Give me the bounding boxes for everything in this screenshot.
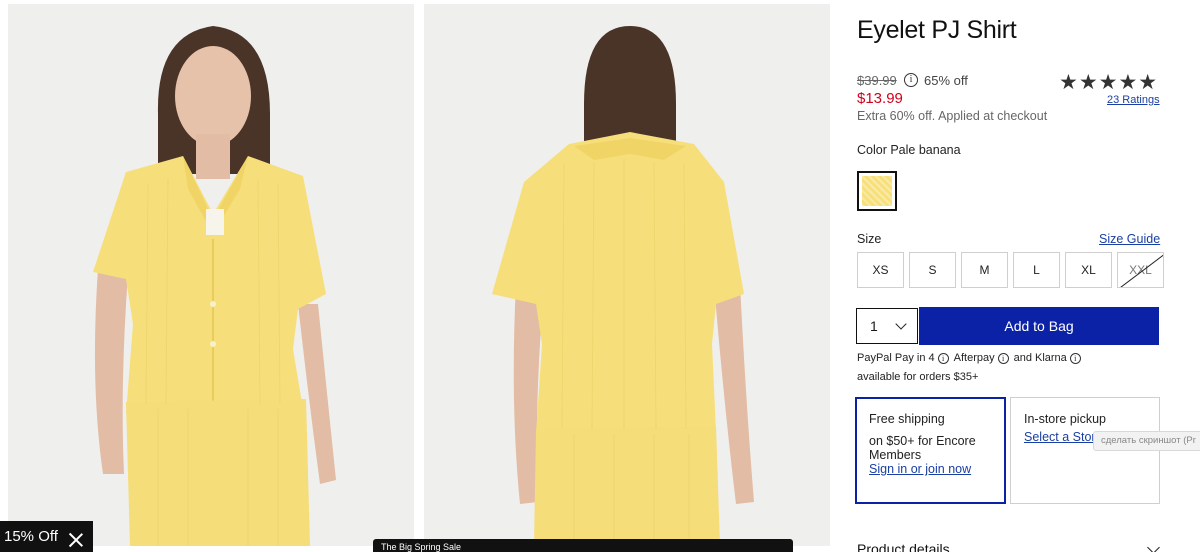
promo-label: 15% Off — [4, 528, 58, 545]
ratings-link[interactable]: 23 Ratings — [1107, 94, 1160, 106]
size-label: Size — [857, 232, 882, 246]
size-option-xs[interactable]: XS — [857, 252, 904, 288]
size-option-m[interactable]: M — [961, 252, 1008, 288]
chevron-down-icon[interactable] — [1147, 541, 1160, 552]
afterpay-info-icon[interactable]: i — [997, 352, 1009, 364]
chevron-down-icon — [895, 318, 907, 330]
rating-stars-icon[interactable]: ★★★★★ — [1059, 70, 1158, 95]
klarna-info-icon[interactable]: i — [1069, 352, 1081, 364]
size-guide-link[interactable]: Size Guide — [1099, 232, 1160, 246]
size-option-s[interactable]: S — [909, 252, 956, 288]
quantity-select[interactable]: 1 — [856, 308, 918, 344]
payment-options: PayPal Pay in 4 i Afterpay i and Klarna … — [857, 352, 1083, 364]
size-options: XS S M L XL XXL — [857, 252, 1164, 288]
shipping-title: Free shipping — [869, 412, 945, 426]
add-to-bag-button[interactable]: Add to Bag — [919, 307, 1159, 345]
price-info-icon[interactable]: i — [904, 73, 918, 87]
payment-availability: available for orders $35+ — [857, 371, 979, 383]
free-shipping-option[interactable]: Free shipping on $50+ for Encore Members… — [855, 397, 1006, 504]
paypal-text: PayPal Pay in 4 — [857, 352, 935, 364]
product-details-toggle[interactable]: Product details — [857, 541, 950, 552]
pickup-title: In-store pickup — [1024, 412, 1106, 426]
screenshot-tooltip: сделать скриншот (Pr — [1093, 431, 1200, 451]
color-label: Color Pale banana — [857, 143, 961, 157]
close-icon[interactable] — [69, 533, 83, 547]
afterpay-text: Afterpay — [953, 352, 995, 364]
extra-offer-text: Extra 60% off. Applied at checkout — [857, 109, 1048, 123]
paypal-info-icon[interactable]: i — [937, 352, 949, 364]
model-front-illustration — [8, 4, 414, 546]
product-image-front[interactable] — [8, 4, 414, 546]
model-back-illustration — [424, 4, 830, 546]
product-title: Eyelet PJ Shirt — [857, 16, 1017, 44]
original-price: $39.99 — [857, 73, 897, 88]
size-option-l[interactable]: L — [1013, 252, 1060, 288]
product-image-back[interactable] — [424, 4, 830, 546]
klarna-text: Klarna — [1034, 352, 1067, 364]
shipping-detail: on $50+ for Encore Members — [869, 434, 976, 462]
and-text: and — [1013, 352, 1032, 364]
size-option-xxl-unavailable[interactable]: XXL — [1117, 252, 1164, 288]
sign-in-link[interactable]: Sign in or join now — [869, 462, 992, 476]
sale-banner[interactable]: The Big Spring Sale — [373, 539, 793, 552]
sale-price: $13.99 — [857, 90, 903, 107]
promo-badge[interactable]: 15% Off — [0, 521, 93, 552]
color-swatch-pale-banana[interactable] — [857, 171, 897, 211]
quantity-value: 1 — [870, 318, 878, 334]
size-option-xl[interactable]: XL — [1065, 252, 1112, 288]
discount-percent: 65% off — [924, 73, 968, 88]
swatch-fill — [862, 176, 892, 206]
